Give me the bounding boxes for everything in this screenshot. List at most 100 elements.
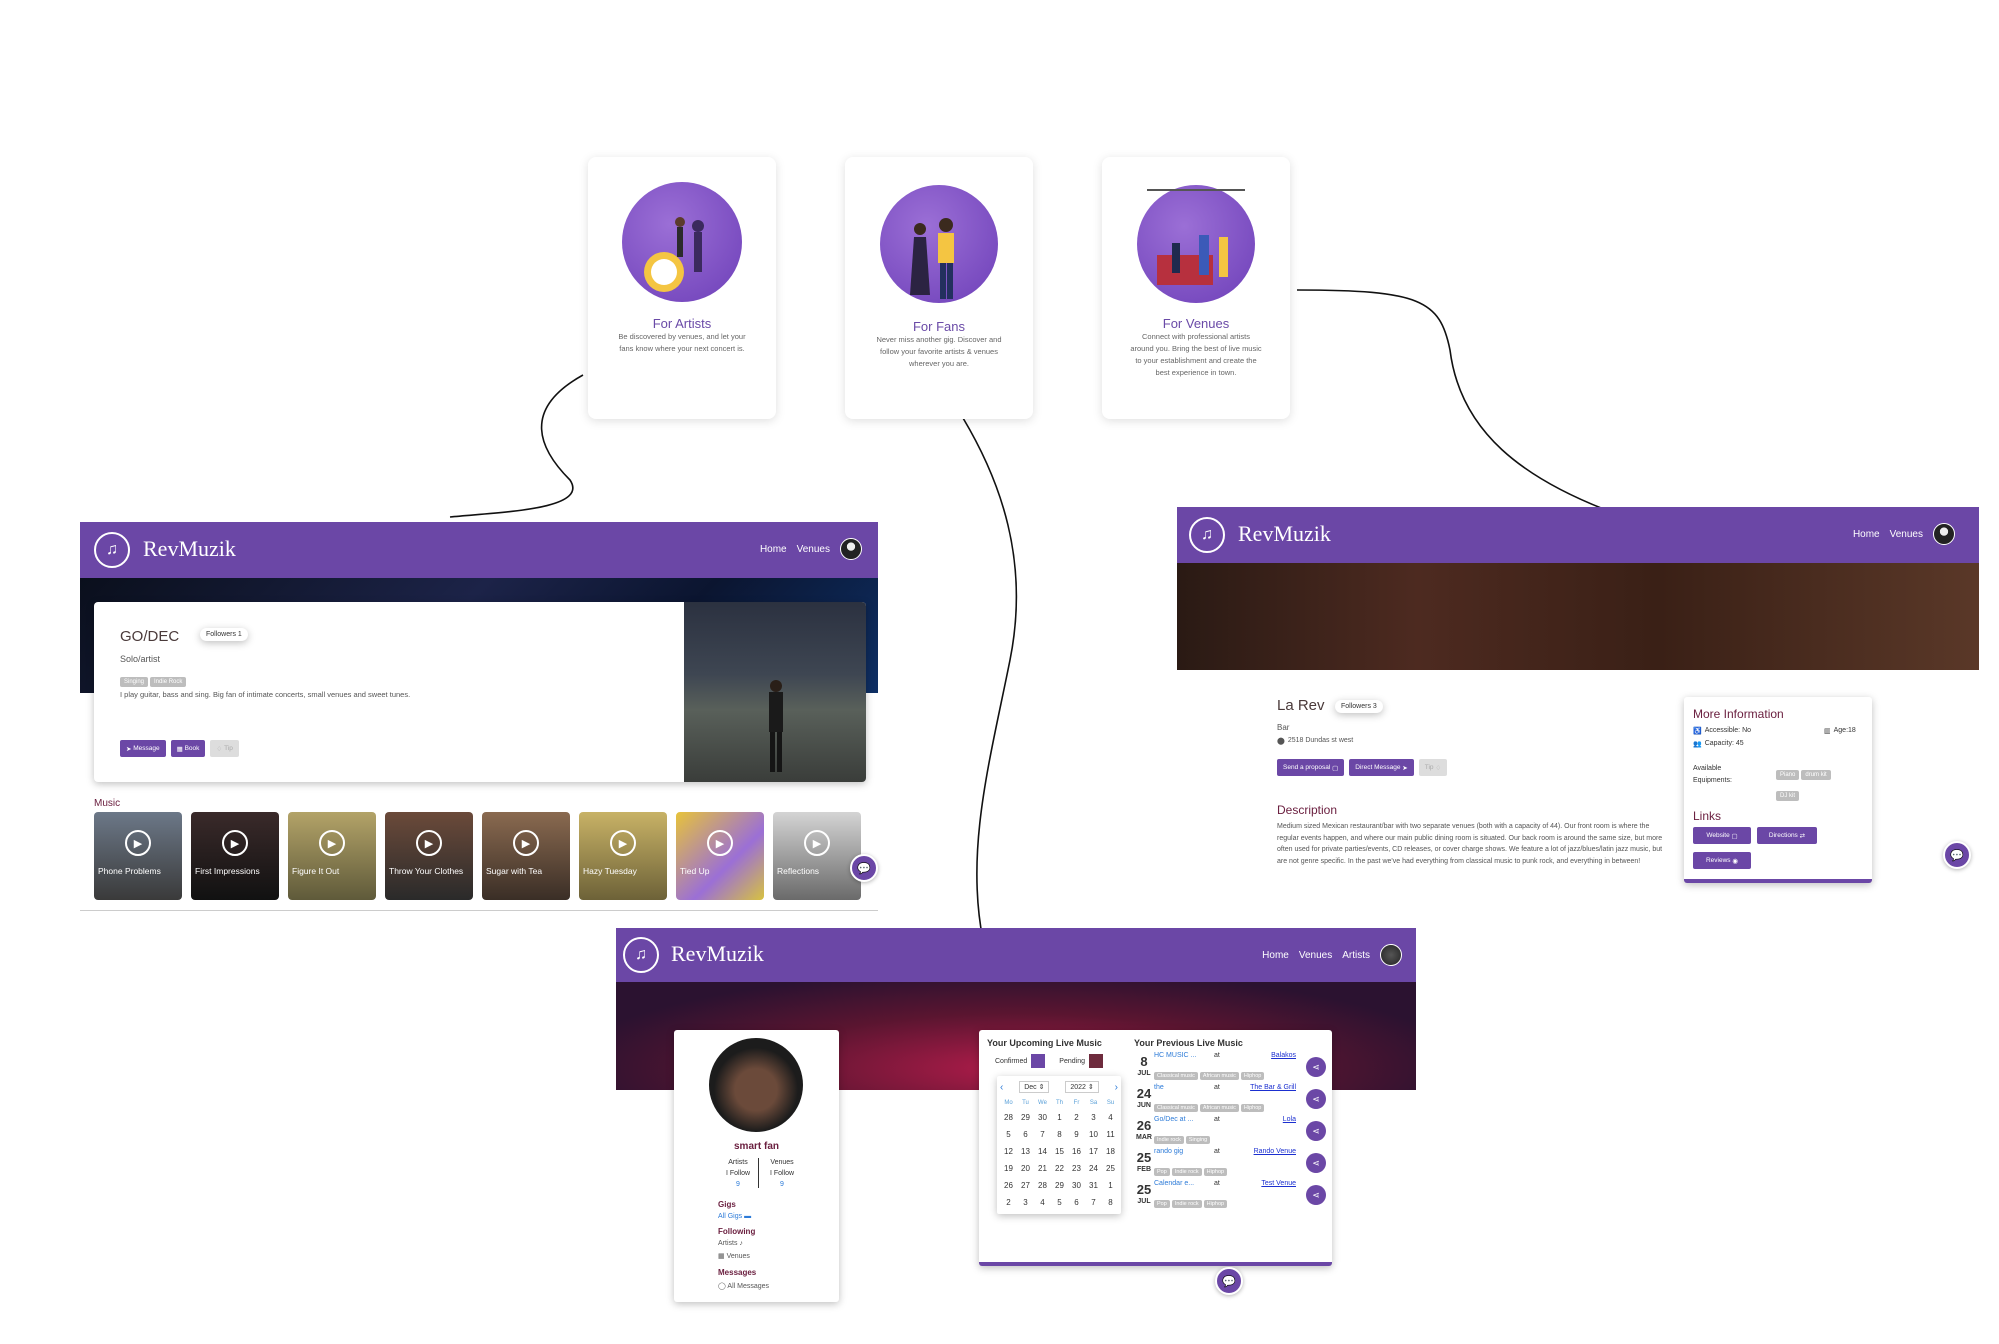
calendar-day[interactable]: 18: [1102, 1143, 1119, 1160]
nav-home-link[interactable]: Home: [1853, 529, 1880, 540]
revmuzik-logo-icon[interactable]: ♫: [1189, 517, 1225, 553]
message-button[interactable]: ➤ Message: [120, 740, 166, 757]
website-button[interactable]: Website ▢: [1693, 827, 1751, 844]
calendar-day[interactable]: 1: [1102, 1177, 1119, 1194]
gig-name-link[interactable]: the: [1154, 1084, 1164, 1091]
all-messages-link[interactable]: ◯ All Messages: [718, 1282, 769, 1291]
calendar-day[interactable]: 8: [1051, 1126, 1068, 1143]
share-icon[interactable]: ⋖: [1306, 1121, 1326, 1141]
calendar-day[interactable]: 5: [1000, 1126, 1017, 1143]
gig-venue-link[interactable]: Test Venue: [1261, 1180, 1296, 1187]
tip-button[interactable]: ♢ Tip: [210, 740, 239, 757]
gig-row[interactable]: 25 FEB rando gig at Rando Venue Pop Indie rock…: [1134, 1148, 1326, 1184]
calendar-day[interactable]: 4: [1102, 1109, 1119, 1126]
for-artists-card[interactable]: For Artists Be discovered by venues, and…: [588, 157, 776, 419]
calendar-day[interactable]: 1: [1051, 1109, 1068, 1126]
calendar-day[interactable]: 6: [1017, 1126, 1034, 1143]
calendar-day[interactable]: 15: [1051, 1143, 1068, 1160]
send-proposal-button[interactable]: Send a proposal ▢: [1277, 759, 1345, 776]
chat-icon[interactable]: 💬: [850, 854, 878, 882]
chat-icon[interactable]: 💬: [1943, 841, 1971, 869]
user-avatar[interactable]: [1380, 944, 1402, 966]
calendar-day[interactable]: 22: [1051, 1160, 1068, 1177]
music-track-tile[interactable]: ▶ Figure It Out: [288, 812, 376, 900]
calendar-day[interactable]: 6: [1068, 1194, 1085, 1211]
user-avatar[interactable]: [840, 538, 862, 560]
calendar-day[interactable]: 28: [1000, 1109, 1017, 1126]
gig-row[interactable]: 26 MAR Go/Dec at ... at Lola Indie rock Singin…: [1134, 1116, 1326, 1152]
calendar-day[interactable]: 24: [1085, 1160, 1102, 1177]
user-avatar[interactable]: [1933, 523, 1955, 545]
nav-artists-link[interactable]: Artists: [1342, 950, 1370, 961]
calendar-day[interactable]: 20: [1017, 1160, 1034, 1177]
calendar-day[interactable]: 27: [1017, 1177, 1034, 1194]
calendar-day[interactable]: 25: [1102, 1160, 1119, 1177]
gig-venue-link[interactable]: Balakos: [1271, 1052, 1296, 1059]
share-icon[interactable]: ⋖: [1306, 1185, 1326, 1205]
direct-message-button[interactable]: Direct Message ➤: [1349, 759, 1414, 776]
calendar-day[interactable]: 29: [1051, 1177, 1068, 1194]
following-artists-link[interactable]: Artists ♪: [718, 1240, 743, 1247]
calendar-day[interactable]: 7: [1085, 1194, 1102, 1211]
artists-follow-stat[interactable]: Artists I Follow 9: [718, 1157, 758, 1190]
revmuzik-logo-icon[interactable]: ♫: [94, 532, 130, 568]
calendar-day[interactable]: 12: [1000, 1143, 1017, 1160]
calendar-day[interactable]: 31: [1085, 1177, 1102, 1194]
calendar-day[interactable]: 21: [1034, 1160, 1051, 1177]
calendar-day[interactable]: 17: [1085, 1143, 1102, 1160]
revmuzik-logo-icon[interactable]: ♫: [623, 937, 659, 973]
share-icon[interactable]: ⋖: [1306, 1057, 1326, 1077]
calendar-day[interactable]: 28: [1034, 1177, 1051, 1194]
calendar-day[interactable]: 30: [1034, 1109, 1051, 1126]
music-track-tile[interactable]: ▶ Throw Your Clothes: [385, 812, 473, 900]
gig-name-link[interactable]: rando gig: [1154, 1148, 1183, 1155]
calendar-day[interactable]: 16: [1068, 1143, 1085, 1160]
calendar-day[interactable]: 3: [1017, 1194, 1034, 1211]
calendar-day[interactable]: 11: [1102, 1126, 1119, 1143]
gig-venue-link[interactable]: Lola: [1283, 1116, 1296, 1123]
calendar-day[interactable]: 30: [1068, 1177, 1085, 1194]
nav-venues-link[interactable]: Venues: [797, 544, 830, 555]
music-track-tile[interactable]: ▶ Hazy Tuesday: [579, 812, 667, 900]
nav-home-link[interactable]: Home: [1262, 950, 1289, 961]
share-icon[interactable]: ⋖: [1306, 1089, 1326, 1109]
calendar-day[interactable]: 7: [1034, 1126, 1051, 1143]
all-gigs-link[interactable]: All Gigs ▬: [718, 1213, 751, 1220]
tip-button[interactable]: Tip ♢: [1418, 759, 1448, 776]
calendar-day[interactable]: 26: [1000, 1177, 1017, 1194]
calendar-day[interactable]: 14: [1034, 1143, 1051, 1160]
gig-venue-link[interactable]: Rando Venue: [1254, 1148, 1296, 1155]
gig-row[interactable]: 24 JUN the at The Bar & Grill Classical music…: [1134, 1084, 1326, 1120]
gig-name-link[interactable]: Calendar e...: [1154, 1180, 1194, 1187]
music-track-tile[interactable]: ▶ First Impressions: [191, 812, 279, 900]
gig-name-link[interactable]: Go/Dec at ...: [1154, 1116, 1193, 1123]
calendar-day[interactable]: 8: [1102, 1194, 1119, 1211]
for-fans-card[interactable]: For Fans Never miss another gig. Discove…: [845, 157, 1033, 419]
book-button[interactable]: ▦ Book: [170, 740, 206, 757]
followers-badge[interactable]: Followers 3: [1335, 700, 1383, 713]
gig-row[interactable]: 8 JUL HC MUSIC ... at Balakos Classical music…: [1134, 1052, 1326, 1088]
calendar-day[interactable]: 29: [1017, 1109, 1034, 1126]
directions-button[interactable]: Directions ⇄: [1757, 827, 1817, 844]
music-track-tile[interactable]: ▶ Sugar with Tea: [482, 812, 570, 900]
reviews-button[interactable]: Reviews ◉: [1693, 852, 1751, 869]
calendar-day[interactable]: 2: [1000, 1194, 1017, 1211]
followers-badge[interactable]: Followers 1: [200, 628, 248, 641]
calendar-day[interactable]: 4: [1034, 1194, 1051, 1211]
month-select[interactable]: Dec ⇕: [1019, 1081, 1050, 1093]
year-select[interactable]: 2022 ⇕: [1065, 1081, 1099, 1093]
calendar-day[interactable]: 9: [1068, 1126, 1085, 1143]
calendar-day[interactable]: 2: [1068, 1109, 1085, 1126]
next-month-icon[interactable]: ›: [1115, 1082, 1118, 1093]
nav-venues-link[interactable]: Venues: [1890, 529, 1923, 540]
calendar-day[interactable]: 10: [1085, 1126, 1102, 1143]
calendar-day[interactable]: 3: [1085, 1109, 1102, 1126]
following-venues-link[interactable]: ▦ Venues: [718, 1252, 750, 1260]
music-track-tile[interactable]: ▶ Phone Problems: [94, 812, 182, 900]
music-track-tile[interactable]: ▶ Reflections: [773, 812, 861, 900]
calendar-day[interactable]: 13: [1017, 1143, 1034, 1160]
music-track-tile[interactable]: ▶ Tied Up: [676, 812, 764, 900]
venues-follow-stat[interactable]: Venues I Follow 9: [762, 1157, 802, 1190]
nav-home-link[interactable]: Home: [760, 544, 787, 555]
gig-venue-link[interactable]: The Bar & Grill: [1250, 1084, 1296, 1091]
